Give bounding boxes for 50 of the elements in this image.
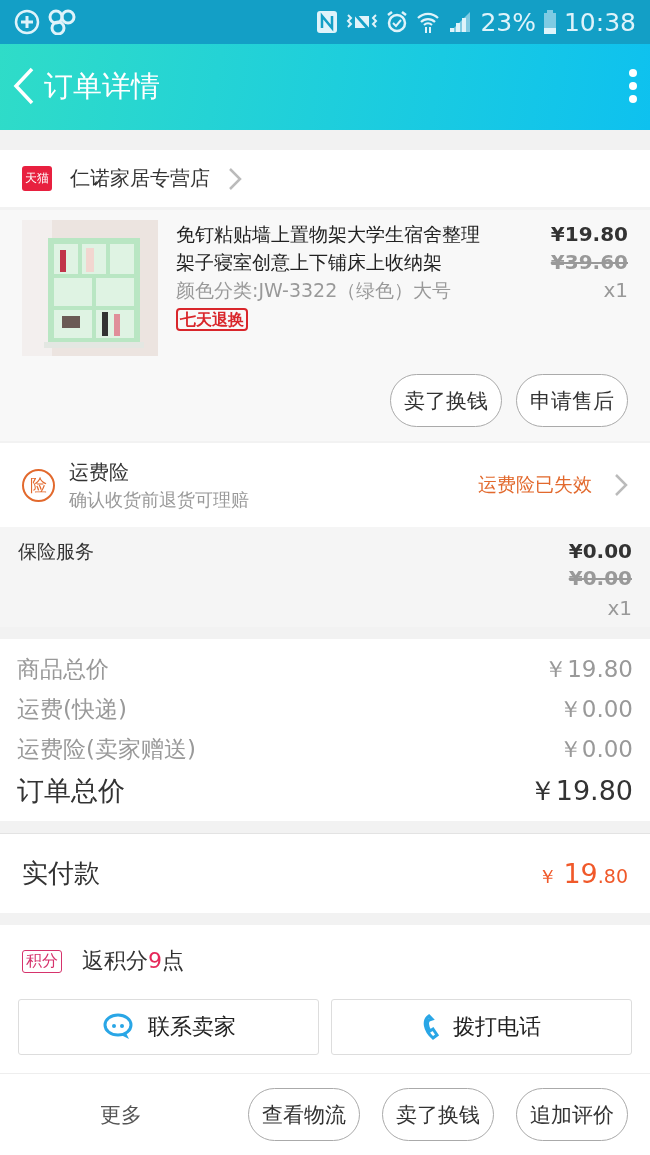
- product-title[interactable]: 免钉粘贴墙上置物架大学生宿舍整理架子寝室创意上下铺床上收纳架: [176, 220, 494, 276]
- service-price: ¥0.00: [568, 539, 632, 563]
- more-link[interactable]: 更多: [0, 1100, 226, 1129]
- service-title: 保险服务: [18, 539, 95, 564]
- total-value: ￥0.00: [558, 694, 633, 724]
- shop-name[interactable]: 仁诺家居专营店: [70, 165, 210, 192]
- alarm-icon: [386, 10, 409, 34]
- product-variant: 颜色分类:JW-3322（绿色）大号: [176, 278, 453, 303]
- total-label: 运费险(卖家赠送): [17, 734, 196, 764]
- order-action-button[interactable]: 追加评价: [516, 1088, 628, 1141]
- insurance-title: 运费险: [69, 458, 130, 486]
- order-action-button[interactable]: 查看物流: [248, 1088, 360, 1141]
- order-action-button[interactable]: 卖了换钱: [382, 1088, 494, 1141]
- total-value: ￥19.80: [544, 654, 633, 684]
- app-logo-icon: [48, 9, 76, 35]
- clock-time: 10:38: [563, 7, 636, 37]
- chat-bubble-icon: [101, 1013, 134, 1041]
- total-label: 订单总价: [17, 774, 125, 808]
- return-policy-tag: 七天退换: [176, 308, 248, 331]
- battery-percent: 23%: [480, 7, 536, 37]
- product-price: ¥19.80: [549, 221, 628, 248]
- phone-icon: [422, 1014, 439, 1040]
- item-action-button[interactable]: 申请售后: [516, 374, 628, 427]
- item-action-button[interactable]: 卖了换钱: [390, 374, 502, 427]
- wifi-icon: [416, 10, 441, 34]
- chevron-right-icon: [614, 473, 628, 497]
- total-label: 商品总价: [17, 654, 109, 684]
- service-original-price: ¥0.00: [568, 565, 632, 592]
- total-label: 运费(快递): [17, 694, 127, 724]
- paid-amount: ￥ 19.80: [538, 857, 628, 890]
- contact-button[interactable]: 联系卖家: [18, 999, 319, 1055]
- tmall-badge: 天猫: [22, 166, 52, 191]
- chevron-right-icon: [228, 166, 242, 191]
- points-badge: 积分: [22, 949, 62, 973]
- total-value: ￥19.80: [528, 774, 633, 808]
- insurance-description: 确认收货前退货可理赔: [69, 487, 250, 512]
- original-price: ¥39.60: [549, 249, 628, 276]
- add-circle-icon: [14, 9, 40, 35]
- points-text: 返积分9点: [82, 947, 184, 975]
- nfc-icon: [316, 10, 339, 34]
- page-title: 订单详情: [44, 68, 161, 105]
- product-quantity: x1: [602, 277, 628, 304]
- battery-icon: [543, 10, 556, 34]
- more-menu-icon[interactable]: [628, 68, 638, 106]
- total-value: ￥0.00: [558, 734, 633, 764]
- insurance-badge: 险: [22, 468, 55, 502]
- signal-icon: [448, 10, 473, 34]
- paid-label: 实付款: [22, 857, 100, 890]
- service-quantity: x1: [606, 595, 632, 622]
- contact-button[interactable]: 拨打电话: [331, 999, 632, 1055]
